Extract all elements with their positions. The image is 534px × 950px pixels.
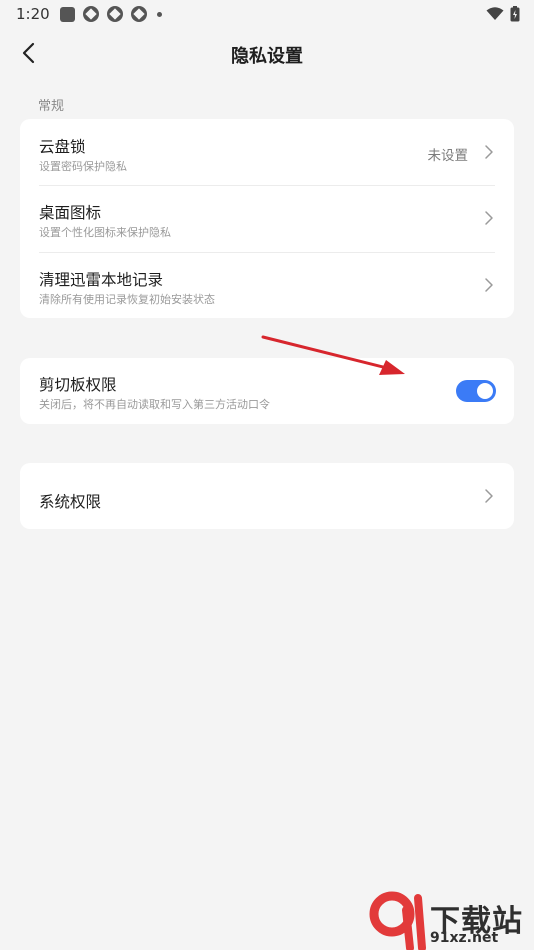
system-permission-title: 系统权限 [39, 493, 102, 511]
status-bar: 1:20 [0, 0, 534, 28]
clear-records-subtitle: 清除所有使用记录恢复初始安装状态 [39, 293, 215, 306]
app-notification-icon [107, 6, 123, 22]
clipboard-permission-subtitle: 关闭后，将不再自动读取和写入第三方活动口令 [39, 398, 270, 411]
system-permission-card: 系统权限 [20, 463, 514, 529]
chevron-right-icon [485, 278, 493, 292]
app-square-icon [60, 6, 75, 22]
cloud-lock-status: 未设置 [427, 148, 469, 164]
top-nav: 隐私设置 [0, 30, 534, 76]
chevron-right-icon [485, 489, 493, 503]
desktop-icon-row[interactable]: 桌面图标 设置个性化图标来保护隐私 [20, 186, 514, 252]
battery-icon [510, 6, 520, 22]
app-notification-icon [83, 6, 99, 22]
section-label-general: 常规 [38, 99, 65, 114]
status-time: 1:20 [16, 5, 50, 23]
watermark: 下载站 91xz.net [366, 890, 534, 950]
wifi-icon [486, 7, 504, 20]
watermark-logo-icon [369, 891, 426, 950]
watermark-url: 91xz.net [430, 930, 499, 946]
desktop-icon-subtitle: 设置个性化图标来保护隐私 [39, 226, 171, 239]
annotation-arrow-icon [261, 335, 405, 375]
cloud-lock-row[interactable]: 云盘锁 设置密码保护隐私 未设置 [20, 119, 514, 185]
desktop-icon-title: 桌面图标 [39, 204, 102, 222]
app-notification-icon [131, 6, 147, 22]
cloud-lock-title: 云盘锁 [39, 138, 86, 156]
page-title: 隐私设置 [231, 46, 303, 67]
chevron-right-icon [485, 211, 493, 225]
status-right [486, 6, 520, 22]
notification-icons [60, 6, 162, 22]
toggle-knob [477, 383, 493, 399]
cloud-lock-subtitle: 设置密码保护隐私 [39, 160, 127, 173]
more-notifications-icon [157, 11, 162, 17]
general-settings-card: 云盘锁 设置密码保护隐私 未设置 桌面图标 设置个性化图标来保护隐私 清理迅雷本… [20, 119, 514, 318]
clipboard-permission-title: 剪切板权限 [39, 376, 117, 394]
chevron-right-icon [485, 145, 493, 159]
system-permission-row[interactable]: 系统权限 [20, 463, 514, 529]
clear-records-title: 清理迅雷本地记录 [39, 271, 164, 289]
clipboard-permission-toggle[interactable] [456, 380, 496, 402]
clear-records-row[interactable]: 清理迅雷本地记录 清除所有使用记录恢复初始安装状态 [20, 253, 514, 318]
